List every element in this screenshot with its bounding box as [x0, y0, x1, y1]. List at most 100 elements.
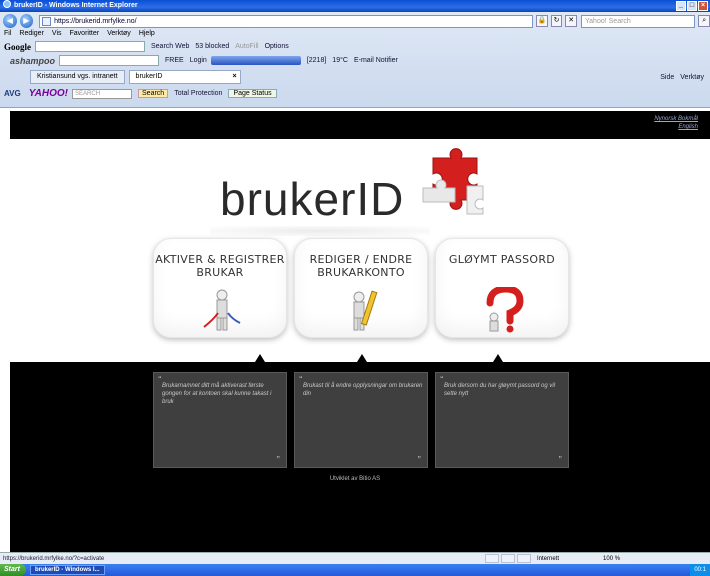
weather-temp[interactable]: 19°C — [332, 57, 348, 64]
lock-icon[interactable]: 🔒 — [536, 15, 548, 27]
total-protection-button[interactable]: Total Protection — [174, 90, 222, 97]
status-pane — [517, 554, 531, 563]
window-titlebar: brukerID - Windows Internet Explorer _ □… — [0, 0, 710, 12]
logo-reflection — [210, 226, 430, 236]
footer-credit: Utviklet av Bitio AS — [329, 476, 381, 482]
side-menu-button[interactable]: Side — [660, 74, 674, 81]
brukerid-logo: brukerID — [220, 173, 405, 225]
ashampoo-search-input[interactable] — [59, 55, 160, 66]
refresh-icon[interactable]: ↻ — [550, 15, 563, 27]
page-content: Nynorsk Bokmål English brukerID AKTIVER … — [0, 108, 710, 552]
quote-close-icon: ” — [558, 456, 563, 463]
figure-question-mark-icon — [486, 287, 524, 333]
header-band: Nynorsk Bokmål English — [10, 111, 710, 139]
toolbar-progress-bar — [210, 56, 301, 65]
card-activate-register[interactable]: AKTIVER & REGISTRER BRUKAR — [153, 238, 287, 338]
ashampoo-logo: ashampoo — [10, 55, 56, 66]
language-links: Nynorsk Bokmål English — [654, 115, 698, 131]
menu-hjelp[interactable]: Hjelp — [139, 30, 155, 37]
puzzle-pieces-icon — [422, 148, 484, 215]
info-box-activate: “ Brukarnamnet ditt må aktiverast første… — [153, 372, 287, 468]
menu-vis[interactable]: Vis — [52, 30, 62, 37]
card-edit-account[interactable]: REDIGER / ENDRE BRUKARKONTO — [294, 238, 428, 338]
google-logo: Google — [4, 41, 31, 52]
menu-verktoy[interactable]: Verktøy — [107, 30, 131, 37]
figure-pencil-icon — [353, 290, 378, 331]
security-zone[interactable]: Internett — [537, 556, 559, 562]
windows-taskbar: Start brukerID - Windows I... 00:1 — [0, 564, 710, 576]
start-button[interactable]: Start — [0, 564, 26, 576]
info-box-forgot: “ Bruk dersom du har gløymt passord og v… — [435, 372, 569, 468]
taskbar-ie-window[interactable]: brukerID - Windows I... — [29, 565, 105, 575]
lang-nynorsk-bokmal-link[interactable]: Nynorsk Bokmål — [654, 115, 698, 123]
info-edit-text: Brukast til å endre opplysningar om bruk… — [303, 383, 423, 397]
quote-close-icon: ” — [417, 456, 422, 463]
maximize-button[interactable]: □ — [687, 1, 697, 11]
login-button[interactable]: Login — [190, 57, 207, 64]
card-activate-title: AKTIVER & REGISTRER BRUKAR — [155, 253, 285, 279]
yahoo-logo: YAHOO! — [28, 88, 69, 99]
free-button[interactable]: FREE — [165, 57, 184, 64]
menu-fil[interactable]: Fil — [4, 30, 11, 37]
pointer-arrow-1 — [255, 354, 265, 362]
card-forgot-title: GLØYMT PASSORD — [448, 253, 556, 266]
status-bar: https://brukerid.mrfylke.no/?c=activate … — [0, 552, 710, 564]
info-box-edit: “ Brukast til å endre opplysningar om br… — [294, 372, 428, 468]
figure-plug-icon — [203, 289, 241, 331]
autofill-button[interactable]: AutoFill — [235, 43, 258, 50]
verktoy-menu-button[interactable]: Verktøy — [680, 74, 704, 81]
system-tray-clock: 00:1 — [690, 564, 710, 576]
search-web-button[interactable]: Search Web — [151, 43, 189, 50]
tab-kristiansund[interactable]: Kristiansund vgs. intranett — [30, 70, 125, 84]
pointer-arrow-3 — [493, 354, 503, 362]
card-edit-title: REDIGER / ENDRE BRUKARKONTO — [309, 253, 413, 279]
address-bar[interactable]: https://brukerid.mrfylke.no/ — [39, 14, 533, 28]
tab-brukerid[interactable]: brukerID × — [128, 70, 241, 84]
yahoo-search-input[interactable]: Yahoo! Search — [581, 14, 696, 28]
toolbar-row-2: ashampoo FREE Login [2218] 19°C E-mail N… — [0, 55, 710, 66]
status-pane — [485, 554, 499, 563]
close-button[interactable]: × — [698, 1, 708, 11]
back-button[interactable]: ◀ — [3, 14, 17, 28]
stop-icon[interactable]: ✕ — [565, 15, 578, 27]
options-button[interactable]: Options — [265, 43, 289, 50]
window-title: brukerID - Windows Internet Explorer — [14, 2, 138, 9]
zoom-level[interactable]: 100 % — [603, 556, 620, 562]
tab-close-icon[interactable]: × — [232, 71, 236, 83]
address-url: https://brukerid.mrfylke.no/ — [54, 17, 137, 25]
google-toolbar: Google Search Web 53 blocked AutoFill Op… — [0, 41, 710, 52]
page-status-button[interactable]: Page Status — [228, 89, 277, 98]
menu-rediger[interactable]: Rediger — [19, 30, 44, 37]
tabs-row: Kristiansund vgs. intranett brukerID × Si… — [0, 70, 710, 84]
quote-open-icon: “ — [299, 376, 303, 383]
quote-close-icon: ” — [276, 456, 281, 463]
minimize-button[interactable]: _ — [676, 1, 686, 11]
ie-logo-icon — [3, 0, 11, 8]
window-controls: _ □ × — [676, 1, 708, 11]
info-activate-text: Brukarnamnet ditt må aktiverast første g… — [162, 383, 272, 405]
lang-english-link[interactable]: English — [654, 123, 698, 131]
popup-blocked-counter[interactable]: 53 blocked — [195, 43, 229, 50]
avg-search-button[interactable]: Search — [138, 89, 169, 98]
counter-badge: [2218] — [306, 57, 327, 64]
avg-toolbar: AVG YAHOO! SEARCH Search Total Protectio… — [0, 88, 710, 99]
menu-favoritter[interactable]: Favoritter — [70, 30, 100, 37]
browser-chrome: ◀ ▶ https://brukerid.mrfylke.no/ 🔒 ↻ ✕ Y… — [0, 12, 710, 108]
tab-brukerid-label: brukerID — [135, 73, 163, 80]
card-forgot-password[interactable]: GLØYMT PASSORD — [435, 238, 569, 338]
forward-button[interactable]: ▶ — [19, 14, 34, 28]
favicon-icon — [42, 16, 52, 26]
avg-yahoo-search-input[interactable]: SEARCH — [72, 88, 133, 99]
menu-bar: Fil Rediger Vis Favoritter Verktøy Hjelp — [0, 30, 710, 37]
status-url: https://brukerid.mrfylke.no/?c=activate — [3, 555, 105, 562]
quote-open-icon: “ — [158, 376, 162, 383]
search-icon[interactable]: ⌕ — [698, 15, 710, 27]
info-forgot-text: Bruk dersom du har gløymt passord og vil… — [444, 383, 556, 397]
email-notifier-button[interactable]: E-mail Notifier — [354, 57, 398, 64]
status-pane — [501, 554, 515, 563]
avg-logo: AVG — [4, 89, 21, 98]
address-row: ◀ ▶ https://brukerid.mrfylke.no/ 🔒 ↻ ✕ Y… — [0, 14, 710, 28]
google-search-input[interactable] — [35, 41, 145, 52]
quote-open-icon: “ — [440, 376, 444, 383]
pointer-arrow-2 — [357, 354, 367, 362]
